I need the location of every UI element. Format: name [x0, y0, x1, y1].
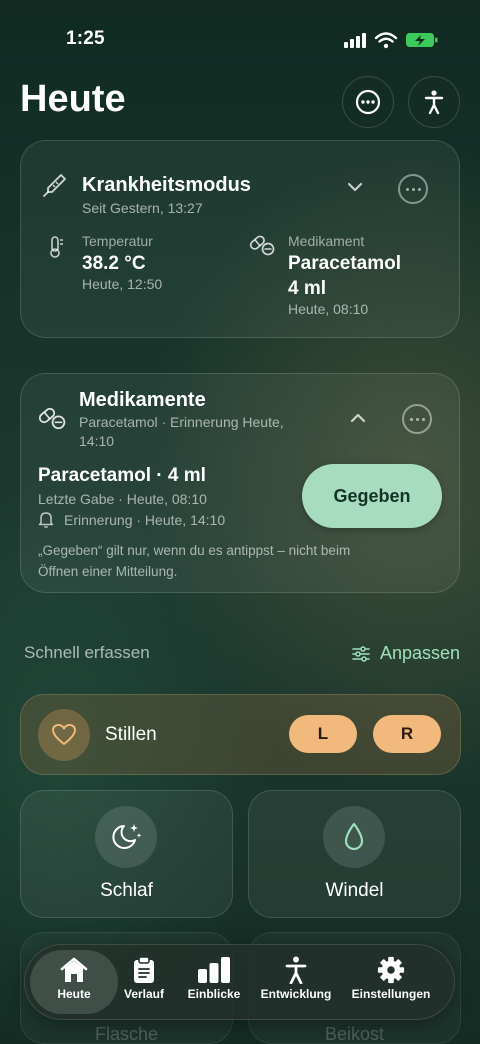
temperature-value: 38.2 °C	[82, 253, 146, 274]
signal-icon	[344, 33, 366, 48]
pills-icon	[249, 235, 275, 256]
tab-today-label: Heute	[57, 987, 91, 1001]
tab-settings[interactable]: Einstellungen	[346, 950, 436, 1014]
thermometer-icon	[43, 174, 66, 197]
tab-today[interactable]: Heute	[30, 950, 118, 1014]
medications-title: Medikamente	[79, 389, 206, 411]
tab-history-label: Verlauf	[123, 987, 165, 1001]
temperature-icon	[50, 236, 63, 258]
illness-since: Seit Gestern, 13:27	[82, 200, 203, 216]
medication-dose: 4 ml	[288, 278, 327, 299]
ellipsis-circle-icon	[355, 89, 381, 115]
customize-button[interactable]: Anpassen	[352, 643, 460, 664]
status-icons	[344, 32, 438, 49]
more-options-button[interactable]	[342, 76, 394, 128]
page-title: Heute	[20, 78, 126, 120]
accessibility-button[interactable]	[408, 76, 460, 128]
clipboard-icon	[134, 956, 154, 983]
battery-icon	[406, 33, 438, 47]
gear-icon	[377, 956, 405, 984]
bell-icon	[38, 512, 54, 528]
tab-development[interactable]: Entwicklung	[256, 950, 336, 1014]
house-icon	[60, 957, 88, 982]
medications-subtitle-line1: Paracetamol · Erinnerung Heute,	[79, 414, 284, 430]
temperature-label: Temperatur	[82, 233, 153, 249]
medication-last-dose: Letzte Gabe · Heute, 08:10	[38, 491, 207, 507]
nursing-icon-wrap	[38, 709, 90, 761]
chevron-down-icon[interactable]	[345, 177, 365, 197]
bar-chart-icon	[198, 957, 230, 983]
tab-insights[interactable]: Einblicke	[182, 950, 246, 1014]
wifi-icon	[374, 32, 398, 43]
tab-insights-label: Einblicke	[187, 987, 241, 1001]
illness-more-button[interactable]	[398, 174, 428, 204]
tab-settings-label: Einstellungen	[351, 987, 431, 1001]
figure-walk-icon	[285, 956, 307, 984]
left-side-button[interactable]: L	[289, 715, 357, 753]
bottle-label: Flasche	[94, 1024, 159, 1044]
medication-label: Medikament	[288, 233, 365, 249]
nursing-label: Stillen	[105, 724, 157, 745]
tab-development-label: Entwicklung	[260, 987, 332, 1001]
drop-icon	[344, 822, 364, 851]
quick-capture-title: Schnell erfassen	[24, 643, 150, 662]
medications-more-button[interactable]	[402, 404, 432, 434]
diaper-label: Windel	[325, 880, 384, 901]
given-note-line1: „Gegeben“ gilt nur, wenn du es antippst …	[38, 543, 351, 558]
sleep-label: Schlaf	[100, 880, 153, 901]
customize-label: Anpassen	[380, 643, 461, 663]
solids-label: Beikost	[324, 1024, 385, 1044]
temperature-time: Heute, 12:50	[82, 276, 163, 292]
diaper-icon-wrap	[323, 806, 385, 868]
medication-time: Heute, 08:10	[288, 301, 369, 317]
sleep-icon-wrap	[95, 806, 157, 868]
pills-icon	[38, 407, 66, 430]
heart-icon	[52, 724, 76, 745]
sliders-icon	[352, 645, 370, 662]
medications-subtitle-line2: 14:10	[79, 433, 115, 449]
illness-title: Krankheitsmodus	[82, 174, 251, 196]
medication-drug: Paracetamol · 4 ml	[38, 465, 206, 486]
chevron-up-icon[interactable]	[348, 408, 368, 428]
medication-reminder: Erinnerung · Heute, 14:10	[64, 512, 226, 528]
given-note-line2: Öffnen einer Mitteilung.	[38, 564, 178, 579]
tab-history[interactable]: Verlauf	[116, 950, 172, 1014]
status-time: 1:25	[66, 28, 105, 49]
right-side-button[interactable]: R	[373, 715, 441, 753]
moon-stars-icon	[112, 824, 142, 849]
person-figure-icon	[424, 90, 444, 115]
medication-name: Paracetamol	[288, 253, 402, 274]
given-button[interactable]: Gegeben	[302, 464, 442, 528]
